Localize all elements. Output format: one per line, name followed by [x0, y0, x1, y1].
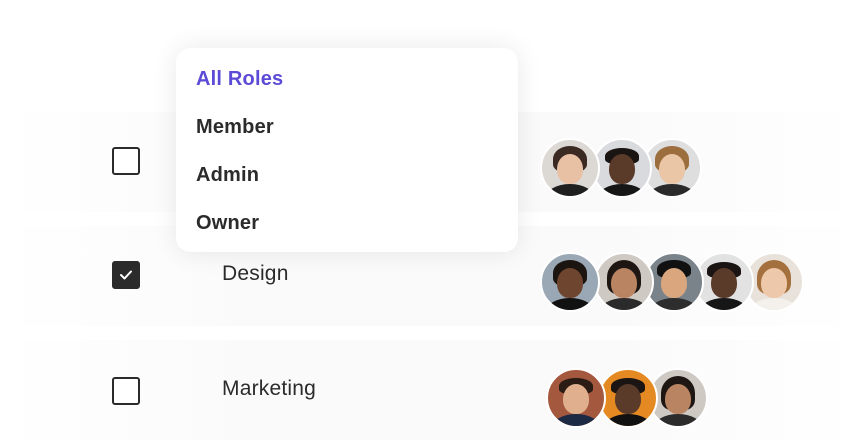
- role-filter-dropdown: All Roles Member Admin Owner: [176, 48, 518, 252]
- avatar: [592, 138, 652, 198]
- dropdown-item-member[interactable]: Member: [196, 116, 274, 139]
- avatar: [540, 252, 600, 312]
- team-row-2-checkbox[interactable]: [112, 261, 140, 289]
- avatar: [546, 368, 606, 428]
- team-row-2-label: Design: [222, 262, 289, 285]
- dropdown-item-admin[interactable]: Admin: [196, 164, 259, 187]
- dropdown-item-all-roles[interactable]: All Roles: [196, 68, 283, 91]
- avatar: [594, 252, 654, 312]
- avatar: [598, 368, 658, 428]
- team-row-3-checkbox[interactable]: [112, 377, 140, 405]
- team-row-1-checkbox[interactable]: [112, 147, 140, 175]
- team-row-3-label: Marketing: [222, 377, 317, 400]
- check-icon: [120, 270, 132, 280]
- dropdown-item-owner[interactable]: Owner: [196, 212, 259, 235]
- avatar: [540, 138, 600, 198]
